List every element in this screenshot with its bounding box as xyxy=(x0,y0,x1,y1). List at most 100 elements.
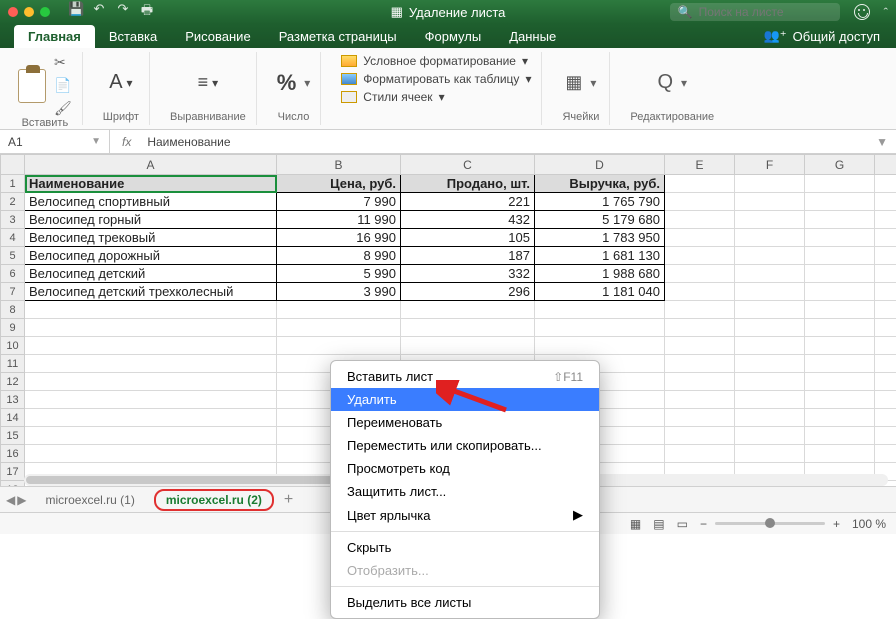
cell[interactable] xyxy=(735,283,805,301)
row-header[interactable]: 17 xyxy=(1,463,25,481)
cell[interactable]: Цена, руб. xyxy=(277,175,401,193)
tab-draw[interactable]: Рисование xyxy=(171,25,264,48)
cell[interactable] xyxy=(665,175,735,193)
cell[interactable] xyxy=(25,409,277,427)
cell[interactable] xyxy=(805,229,875,247)
cell[interactable] xyxy=(805,409,875,427)
cell[interactable] xyxy=(735,373,805,391)
add-sheet-button[interactable]: + xyxy=(284,491,293,509)
cell[interactable] xyxy=(735,391,805,409)
cell[interactable] xyxy=(25,355,277,373)
cell[interactable] xyxy=(25,373,277,391)
cell[interactable] xyxy=(875,445,896,463)
cell[interactable] xyxy=(25,337,277,355)
cell[interactable]: 7 990 xyxy=(277,193,401,211)
cell[interactable] xyxy=(277,301,401,319)
cell[interactable] xyxy=(805,301,875,319)
row-header[interactable]: 16 xyxy=(1,445,25,463)
cell[interactable] xyxy=(735,229,805,247)
column-headers[interactable]: A B C D E F G H xyxy=(1,155,896,175)
cell[interactable] xyxy=(665,319,735,337)
cell[interactable] xyxy=(25,427,277,445)
cell[interactable]: 332 xyxy=(401,265,535,283)
cell[interactable] xyxy=(25,319,277,337)
cell[interactable] xyxy=(875,175,896,193)
tab-insert[interactable]: Вставка xyxy=(95,25,171,48)
undo-icon[interactable]: ↶ xyxy=(92,1,106,23)
cell[interactable] xyxy=(875,247,896,265)
cell[interactable]: Велосипед детский трехколесный xyxy=(25,283,277,301)
cell[interactable]: 296 xyxy=(401,283,535,301)
zoom-slider[interactable]: − + xyxy=(700,517,840,531)
row-header[interactable]: 11 xyxy=(1,355,25,373)
cell[interactable]: 1 765 790 xyxy=(535,193,665,211)
col-header-b[interactable]: B xyxy=(277,155,401,175)
cell[interactable] xyxy=(805,445,875,463)
formula-input[interactable]: Наименование xyxy=(143,135,868,149)
row-header[interactable]: 10 xyxy=(1,337,25,355)
cell[interactable]: Велосипед горный xyxy=(25,211,277,229)
conditional-formatting-button[interactable]: Условное форматирование ▾ xyxy=(341,54,531,68)
chevron-down-icon[interactable]: ▼ xyxy=(91,136,101,147)
cell[interactable] xyxy=(735,355,805,373)
cell[interactable] xyxy=(735,265,805,283)
cell-styles-button[interactable]: Стили ячеек ▾ xyxy=(341,90,531,104)
cell[interactable]: Наименование xyxy=(25,175,277,193)
cell[interactable] xyxy=(805,427,875,445)
zoom-level[interactable]: 100 % xyxy=(852,517,886,531)
cell[interactable] xyxy=(401,337,535,355)
editing-icon[interactable]: Q xyxy=(657,71,673,94)
cell[interactable] xyxy=(665,193,735,211)
cell[interactable] xyxy=(875,211,896,229)
row-header[interactable]: 15 xyxy=(1,427,25,445)
cell[interactable] xyxy=(401,301,535,319)
sheet-tab-1[interactable]: microexcel.ru (1) xyxy=(32,489,147,511)
cell[interactable] xyxy=(665,355,735,373)
cell[interactable]: 3 990 xyxy=(277,283,401,301)
cell[interactable] xyxy=(665,229,735,247)
row-header[interactable]: 3 xyxy=(1,211,25,229)
cell[interactable]: Продано, шт. xyxy=(401,175,535,193)
cell[interactable]: Велосипед трековый xyxy=(25,229,277,247)
row-header[interactable]: 1 xyxy=(1,175,25,193)
cell[interactable] xyxy=(875,337,896,355)
cell[interactable] xyxy=(875,301,896,319)
cell[interactable]: 1 988 680 xyxy=(535,265,665,283)
cell[interactable]: 8 990 xyxy=(277,247,401,265)
cell[interactable] xyxy=(805,355,875,373)
col-header-d[interactable]: D xyxy=(535,155,665,175)
ctx-protect-sheet[interactable]: Защитить лист... xyxy=(331,480,599,503)
col-header-c[interactable]: C xyxy=(401,155,535,175)
cell[interactable] xyxy=(665,391,735,409)
cell[interactable] xyxy=(805,247,875,265)
col-header-f[interactable]: F xyxy=(735,155,805,175)
col-header-e[interactable]: E xyxy=(665,155,735,175)
cell[interactable] xyxy=(875,373,896,391)
row-header[interactable]: 4 xyxy=(1,229,25,247)
cell[interactable]: 1 181 040 xyxy=(535,283,665,301)
ctx-rename-sheet[interactable]: Переименовать xyxy=(331,411,599,434)
print-icon[interactable]: 🖶 xyxy=(140,1,154,23)
ctx-delete-sheet[interactable]: Удалить xyxy=(331,388,599,411)
cell[interactable] xyxy=(25,445,277,463)
cell[interactable] xyxy=(875,427,896,445)
tab-home[interactable]: Главная xyxy=(14,25,95,48)
cell[interactable]: Выручка, руб. xyxy=(535,175,665,193)
view-normal-icon[interactable]: ▦ xyxy=(630,517,641,531)
cell[interactable] xyxy=(665,427,735,445)
cell[interactable] xyxy=(805,337,875,355)
cell[interactable] xyxy=(535,319,665,337)
row-header[interactable]: 9 xyxy=(1,319,25,337)
tab-page-layout[interactable]: Разметка страницы xyxy=(265,25,411,48)
cell[interactable] xyxy=(665,283,735,301)
zoom-out-icon[interactable]: − xyxy=(700,517,707,531)
cell[interactable] xyxy=(535,337,665,355)
col-header-h[interactable]: H xyxy=(875,155,896,175)
cell[interactable] xyxy=(805,391,875,409)
row-header[interactable]: 2 xyxy=(1,193,25,211)
view-page-icon[interactable]: ▤ xyxy=(653,517,664,531)
cell[interactable] xyxy=(735,427,805,445)
cell[interactable]: 105 xyxy=(401,229,535,247)
cell[interactable] xyxy=(665,301,735,319)
cell[interactable] xyxy=(805,319,875,337)
